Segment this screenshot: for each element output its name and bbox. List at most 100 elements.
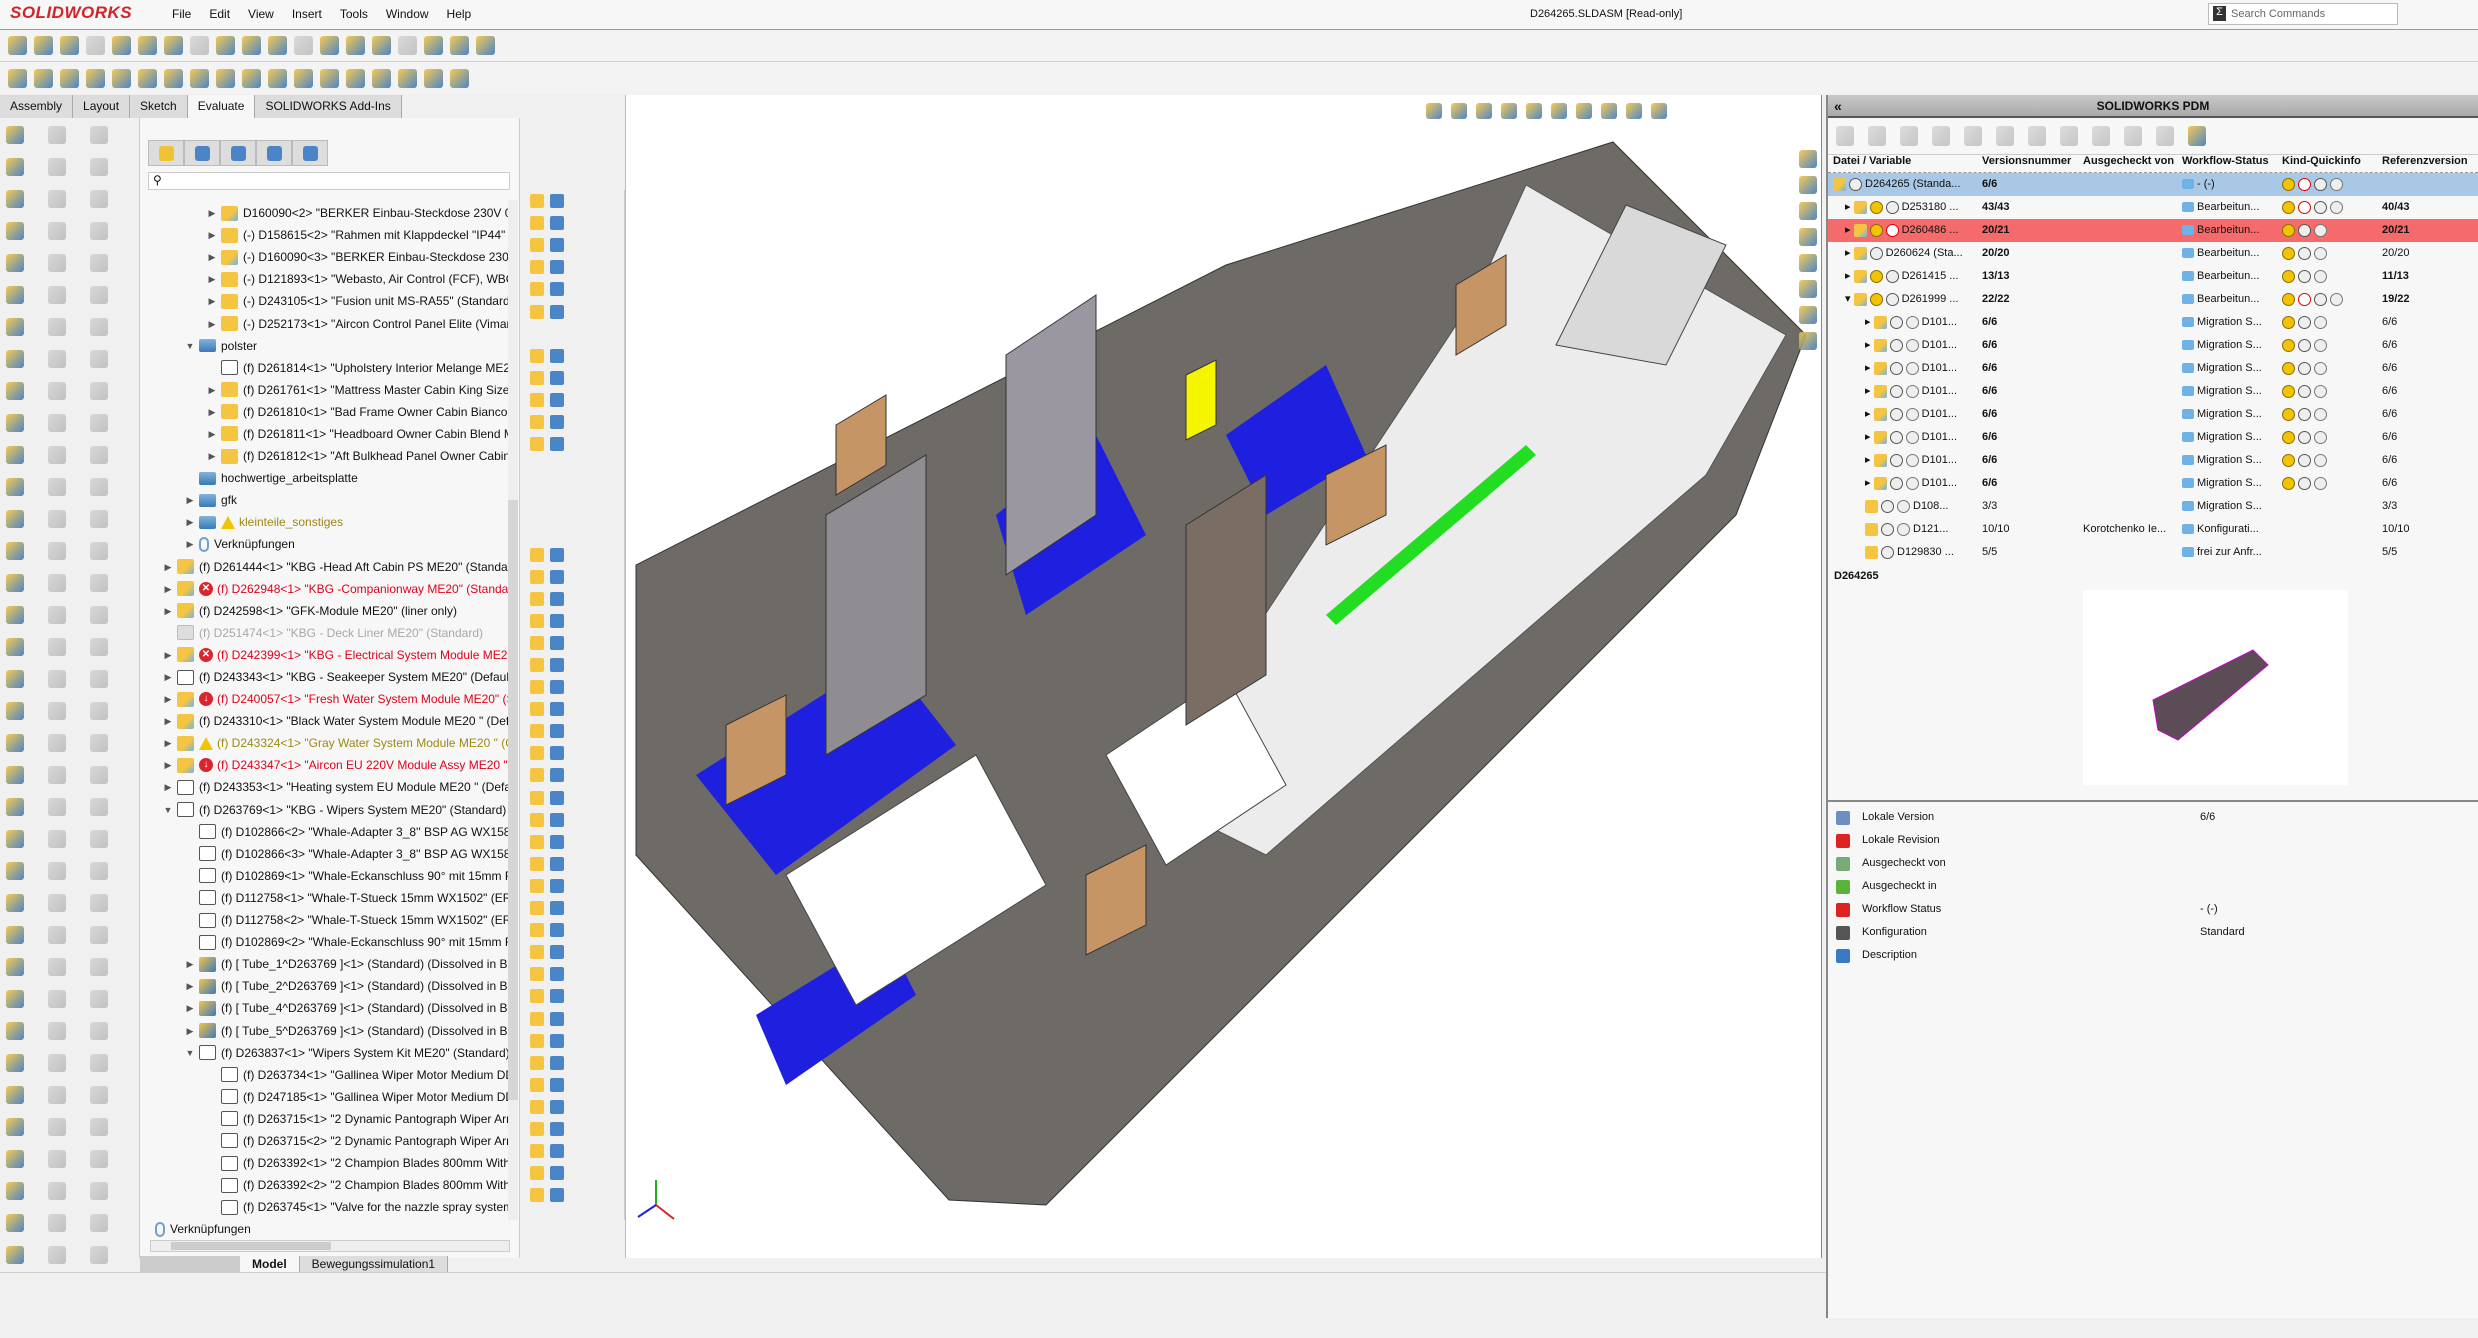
expand-arrow-icon[interactable]: ▸: [1865, 339, 1874, 351]
bom-icon[interactable]: [1996, 126, 2014, 146]
column-header[interactable]: Referenzversion: [2382, 155, 2477, 167]
drawcompare-icon[interactable]: [424, 68, 443, 88]
pdm-row[interactable]: ▸ D260486 ... 20/21 Bearbeitun... 20/21: [1828, 219, 2478, 242]
pdm-row[interactable]: D108... 3/3 Migration S... 3/3: [1828, 495, 2478, 518]
tool-icon[interactable]: [6, 414, 24, 432]
property-manager-tab[interactable]: [184, 140, 220, 166]
tree-item[interactable]: (f) D263734<1> "Gallinea Wiper Motor Med…: [140, 1064, 512, 1086]
interference-detection-icon[interactable]: [34, 68, 53, 88]
tree-item[interactable]: (f) D102866<2> "Whale-Adapter 3_8'' BSP …: [140, 821, 512, 843]
measure-icon[interactable]: [112, 68, 131, 88]
tool-icon[interactable]: [90, 638, 108, 656]
display-manager-tab[interactable]: [292, 140, 328, 166]
design-checker-icon[interactable]: [450, 36, 469, 55]
check-in-icon[interactable]: [1932, 126, 1950, 146]
tree-item[interactable]: ▶ (-) D243105<1> "Fusion unit MS-RA55" (S…: [140, 290, 512, 312]
tool-icon[interactable]: [6, 382, 24, 400]
tree-item[interactable]: Verknüpfungen: [140, 1218, 512, 1240]
zoom-area-icon[interactable]: [1451, 103, 1467, 119]
tool-icon[interactable]: [48, 830, 66, 848]
scene-icon[interactable]: [1626, 103, 1642, 119]
play-icon[interactable]: [8, 36, 27, 55]
tree-item[interactable]: ▶ (f) D243343<1> "KBG - Seakeeper System …: [140, 666, 512, 688]
assembly-visualization-icon[interactable]: [8, 68, 27, 88]
tool-icon[interactable]: [48, 1118, 66, 1136]
expand-arrow-icon[interactable]: ▸: [1865, 316, 1874, 328]
feature-manager-tab[interactable]: [148, 140, 184, 166]
tool-icon[interactable]: [6, 766, 24, 784]
tool-icon[interactable]: [48, 606, 66, 624]
expand-arrow-icon[interactable]: ▸: [1865, 385, 1874, 397]
expand-arrow-icon[interactable]: ▶: [184, 489, 196, 511]
expand-arrow-icon[interactable]: ▶: [206, 401, 218, 423]
expand-arrow-icon[interactable]: ▸: [1865, 362, 1874, 374]
pdm-row[interactable]: ▸ D101... 6/6 Migration S... 6/6: [1828, 357, 2478, 380]
collapse-arrow-icon[interactable]: ▼: [162, 799, 174, 821]
tool-icon[interactable]: [90, 510, 108, 528]
pdm-row[interactable]: ▸ D101... 6/6 Migration S... 6/6: [1828, 380, 2478, 403]
mass-properties-icon[interactable]: [138, 68, 157, 88]
expand-arrow-icon[interactable]: ▸: [1845, 224, 1854, 236]
expand-arrow-icon[interactable]: ▶: [206, 224, 218, 246]
expand-arrow-icon[interactable]: ▶: [184, 953, 196, 975]
tree-item[interactable]: ▶ Verknüpfungen: [140, 533, 512, 555]
tool-icon[interactable]: [48, 350, 66, 368]
tool-icon[interactable]: [48, 926, 66, 944]
tool-icon[interactable]: [90, 446, 108, 464]
custom-properties-icon[interactable]: [1799, 306, 1817, 324]
check-icon[interactable]: [294, 36, 313, 55]
tool-icon[interactable]: [90, 734, 108, 752]
menu-view[interactable]: View: [248, 7, 274, 21]
tree-item[interactable]: (f) D261814<1> "Upholstery Interior Mela…: [140, 357, 512, 379]
expand-arrow-icon[interactable]: ▶: [162, 644, 174, 666]
tree-item[interactable]: (f) D102866<3> "Whale-Adapter 3_8'' BSP …: [140, 843, 512, 865]
collapse-icon[interactable]: «: [1834, 95, 1842, 118]
expand-arrow-icon[interactable]: ▶: [184, 975, 196, 997]
pdm-row[interactable]: ▸ D101... 6/6 Migration S... 6/6: [1828, 403, 2478, 426]
tool-icon[interactable]: [6, 734, 24, 752]
menu-tools[interactable]: Tools: [340, 7, 368, 21]
mass-properties-icon[interactable]: [190, 36, 209, 55]
design-library-icon[interactable]: [1799, 202, 1817, 220]
section-properties-icon[interactable]: [164, 68, 183, 88]
design-checker-icon[interactable]: [320, 68, 339, 88]
scroll-thumb[interactable]: [508, 500, 518, 1100]
get-latest-icon[interactable]: [1836, 126, 1854, 146]
tool-icon[interactable]: [6, 670, 24, 688]
tool-icon[interactable]: [48, 318, 66, 336]
tool-icon[interactable]: [48, 126, 66, 144]
expand-arrow-icon[interactable]: ▸: [1845, 270, 1854, 282]
tool-icon[interactable]: [6, 126, 24, 144]
tool-icon[interactable]: [6, 350, 24, 368]
tool-icon[interactable]: [48, 990, 66, 1008]
tree-item[interactable]: ▶ (f) D261444<1> "KBG -Head Aft Cabin PS …: [140, 556, 512, 578]
expand-arrow-icon[interactable]: ▸: [1845, 201, 1854, 213]
tree-item[interactable]: ▼ (f) D263837<1> "Wipers System Kit ME20"…: [140, 1042, 512, 1064]
menu-window[interactable]: Window: [386, 7, 429, 21]
tool-icon[interactable]: [6, 318, 24, 336]
tool-icon[interactable]: [48, 286, 66, 304]
tool-icon[interactable]: [6, 798, 24, 816]
tree-item[interactable]: (f) D263715<1> "2 Dynamic Pantograph Wip…: [140, 1108, 512, 1130]
tool-icon[interactable]: [90, 1214, 108, 1232]
pdm-icon[interactable]: [1799, 332, 1817, 350]
expand-arrow-icon[interactable]: ▶: [206, 313, 218, 335]
tool-icon[interactable]: [6, 830, 24, 848]
tree-item[interactable]: (f) D263392<2> "2 Champion Blades 800mm …: [140, 1174, 512, 1196]
tool-icon[interactable]: [90, 958, 108, 976]
expand-arrow-icon[interactable]: ▶: [162, 556, 174, 578]
configuration-manager-tab[interactable]: [220, 140, 256, 166]
previous-view-icon[interactable]: [1476, 103, 1492, 119]
tree-item[interactable]: ▶ (-) D160090<3> "BERKER Einbau-Steckdose…: [140, 246, 512, 268]
tool-icon[interactable]: [48, 446, 66, 464]
tool-icon[interactable]: [48, 638, 66, 656]
collapse-arrow-icon[interactable]: ▼: [184, 335, 196, 357]
hide-show-icon[interactable]: [1576, 103, 1592, 119]
expand-arrow-icon[interactable]: ▶: [162, 754, 174, 776]
pdm-sync-icon[interactable]: [450, 68, 469, 88]
expand-arrow-icon[interactable]: ▸: [1865, 454, 1874, 466]
tab-evaluate[interactable]: Evaluate: [187, 95, 256, 118]
menu-file[interactable]: File: [172, 7, 191, 21]
tool-icon[interactable]: [48, 862, 66, 880]
column-header[interactable]: Workflow-Status: [2182, 155, 2278, 167]
